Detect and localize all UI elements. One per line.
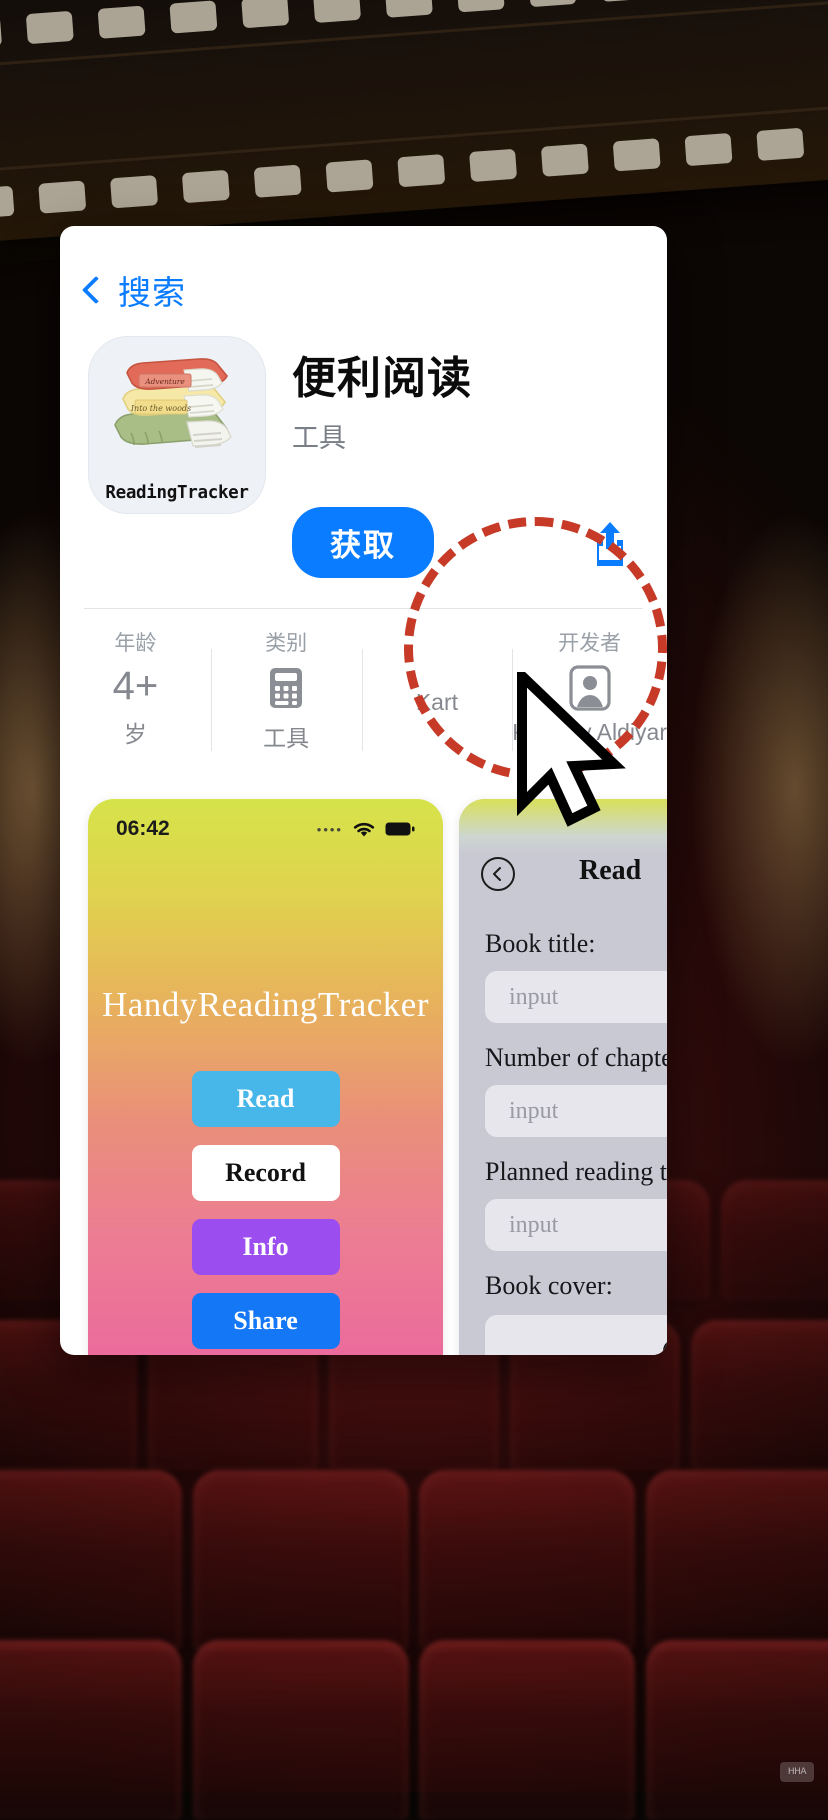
info-cell-category[interactable]: 类别 工具 <box>211 627 362 753</box>
app-icon-label: ReadingTracker <box>105 483 248 503</box>
app-action-row: 获取 <box>292 507 643 578</box>
seat-row <box>0 1470 828 1650</box>
chevron-left-circle-icon[interactable] <box>481 857 515 891</box>
app-header: Into the woods Adventure ReadingTracker … <box>60 314 667 578</box>
read-button[interactable]: Read <box>192 1071 340 1127</box>
info-button[interactable]: Info <box>192 1219 340 1275</box>
watermark: HHA <box>780 1762 814 1782</box>
back-to-search-button[interactable]: 搜索 <box>60 226 667 314</box>
info-cell-seller[interactable]: Kart <box>362 627 513 753</box>
info-value-age: 4+ <box>113 666 159 706</box>
field-label-book-title: Book title: <box>485 929 667 959</box>
share-icon[interactable] <box>587 517 633 569</box>
svg-text:Into the woods: Into the woods <box>130 404 191 413</box>
record-button[interactable]: Record <box>192 1145 340 1201</box>
film-strip <box>0 0 828 244</box>
info-cell-developer[interactable]: 开发者 Kartpay Aldiyar <box>512 627 667 753</box>
book-cover-picker[interactable] <box>485 1315 667 1355</box>
battery-icon <box>385 821 415 837</box>
status-time: 06:42 <box>116 817 170 841</box>
wifi-icon <box>351 820 377 839</box>
info-cell-age[interactable]: 年龄 4+ 岁 <box>60 627 211 753</box>
screenshot2-top-gradient <box>459 799 667 853</box>
chevron-left-icon <box>82 276 110 304</box>
app-icon[interactable]: Into the woods Adventure ReadingTracker <box>88 336 266 514</box>
status-bar: 06:42 •••• <box>88 799 443 841</box>
get-button[interactable]: 获取 <box>292 507 434 578</box>
stacked-books-icon: Into the woods Adventure <box>101 351 255 471</box>
field-label-chapters: Number of chapters read: <box>485 1043 667 1073</box>
app-category-subtitle: 工具 <box>292 416 643 455</box>
record-form: Book title: input Number of chapters rea… <box>485 909 667 1355</box>
image-placeholder-icon <box>649 1335 667 1355</box>
info-key-category: 类别 <box>265 627 307 657</box>
screenshot-record-form[interactable]: Read Book title: input Number of chapter… <box>459 799 667 1355</box>
svg-text:Adventure: Adventure <box>144 377 185 386</box>
back-nav-label: 搜索 <box>118 266 186 314</box>
field-input-planned-time[interactable]: input <box>485 1199 667 1251</box>
app-store-card: 搜索 Into the woods Adventur <box>60 226 667 1355</box>
info-value-category: 工具 <box>263 719 309 753</box>
sprocket-holes-top <box>0 0 828 50</box>
screenshot-home[interactable]: 06:42 •••• HandyReadingTracker Re <box>88 799 443 1355</box>
screenshot-app-title: HandyReadingTracker <box>88 985 443 1025</box>
person-card-icon <box>569 666 611 710</box>
share-button[interactable]: Share <box>192 1293 340 1349</box>
field-label-book-cover: Book cover: <box>485 1271 667 1301</box>
calculator-icon <box>269 666 303 710</box>
app-title: 便利阅读 <box>292 342 643 406</box>
seat-row <box>0 1640 828 1820</box>
info-unit-age: 岁 <box>124 715 147 749</box>
info-value-seller: Kart <box>416 689 458 716</box>
field-input-chapters[interactable]: input <box>485 1085 667 1137</box>
info-key-age: 年龄 <box>114 627 156 657</box>
info-value-developer: Kartpay Aldiyar <box>512 719 667 746</box>
field-label-planned-time: Planned reading time(hours): <box>485 1157 667 1187</box>
screenshot-button-stack: Read Record Info Share <box>88 1071 443 1349</box>
field-input-book-title[interactable]: input <box>485 971 667 1023</box>
screenshot2-header: Read <box>579 855 641 887</box>
app-meta: 便利阅读 工具 获取 <box>266 336 643 578</box>
cellular-dots-icon: •••• <box>317 822 343 837</box>
info-key-developer: 开发者 <box>558 627 621 657</box>
app-info-strip: 年龄 4+ 岁 类别 工具 Kart <box>60 609 667 769</box>
screenshot-gallery: 06:42 •••• HandyReadingTracker Re <box>60 769 667 1355</box>
